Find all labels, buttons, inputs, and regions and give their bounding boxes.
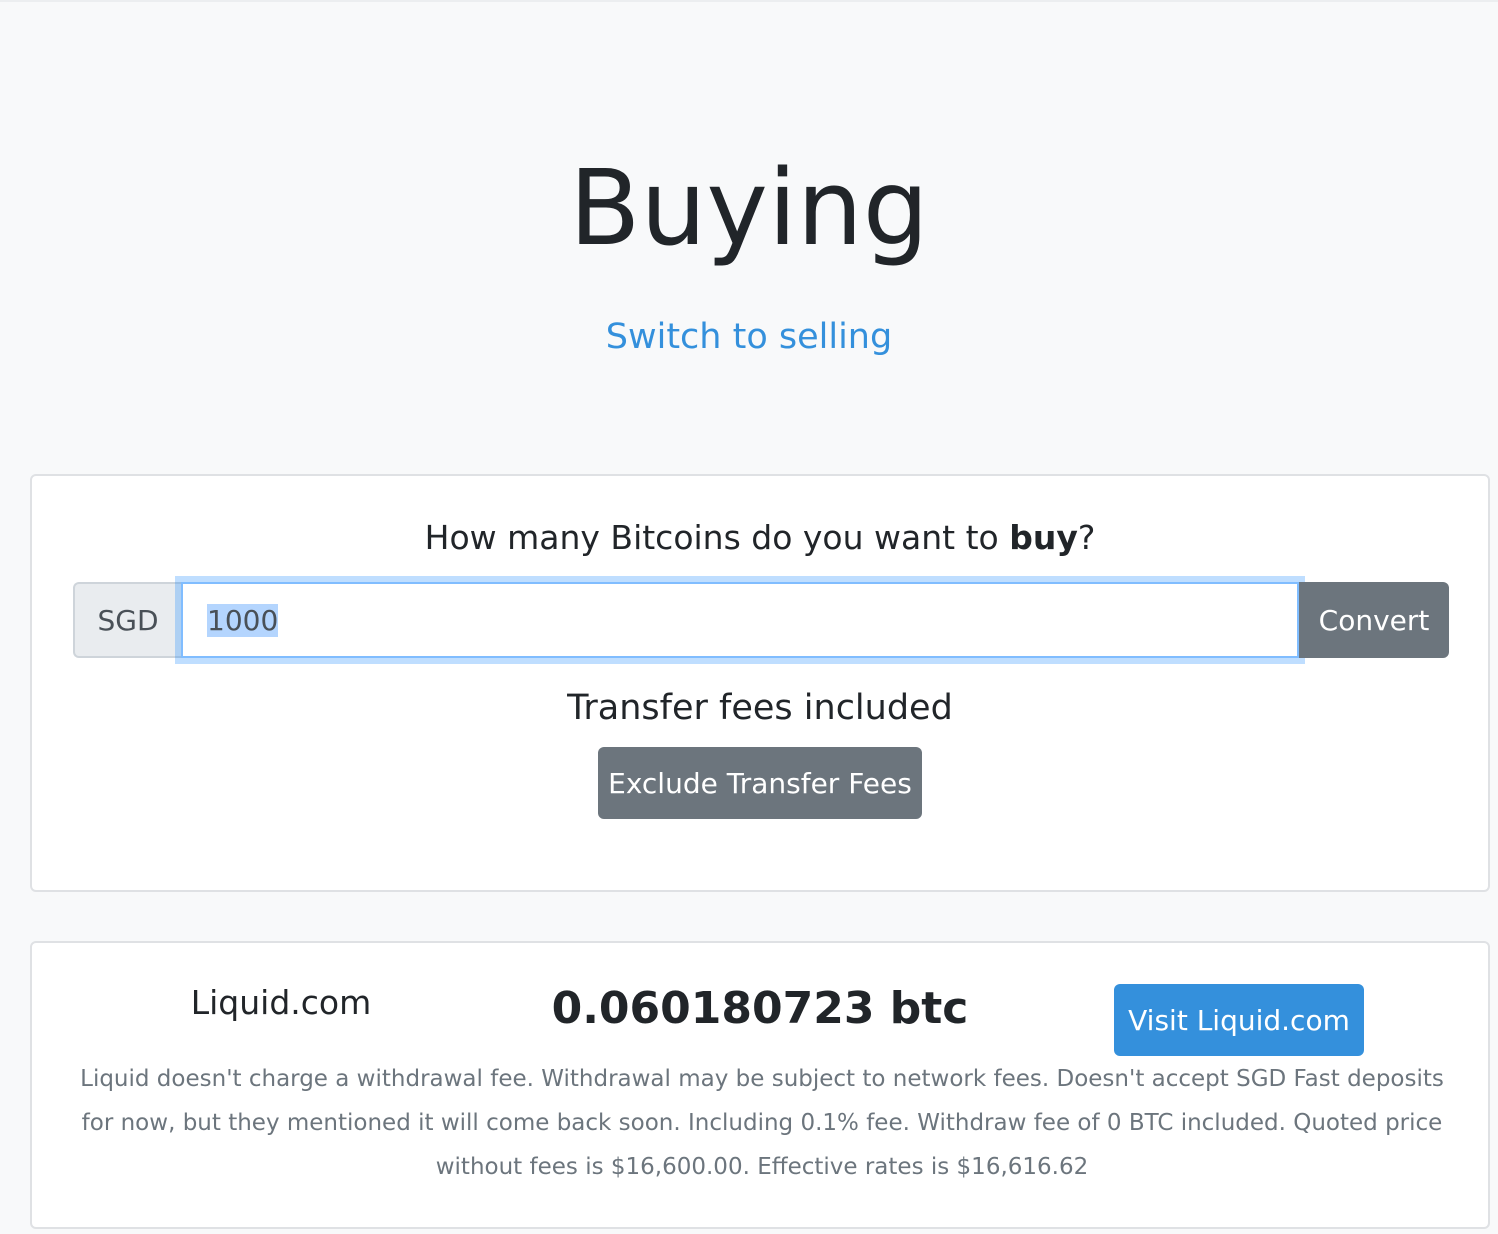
exchange-name: Liquid.com [190,983,372,1022]
question-action: buy [1009,518,1078,557]
exchange-note: Liquid doesn't charge a withdrawal fee. … [80,1066,1444,1180]
result-card: Liquid.com 0.060180723 btc Visit Liquid.… [30,941,1490,1229]
amount-input[interactable]: 1000 [181,582,1299,658]
btc-amount: 0.060180723 btc [551,983,969,1034]
exclude-transfer-fees-button[interactable]: Exclude Transfer Fees [598,747,922,819]
convert-button[interactable]: Convert [1299,582,1449,658]
visit-exchange-button[interactable]: Visit Liquid.com [1114,984,1364,1056]
currency-prefix: SGD [73,582,181,658]
question-mark: ? [1077,518,1096,557]
top-divider [0,0,1498,2]
question-text: How many Bitcoins do you want to [424,518,1010,557]
fees-status-text: Transfer fees included [567,688,953,728]
page-title: Buying [569,147,929,269]
hero-section: Buying Switch to selling [0,140,1498,359]
switch-to-selling-link[interactable]: Switch to selling [606,315,892,359]
amount-input-value: 1000 [207,603,279,637]
amount-input-group: SGD 1000 Convert [73,582,1449,658]
converter-card: How many Bitcoins do you want to buy? SG… [30,474,1490,892]
converter-question: How many Bitcoins do you want to buy? [32,516,1488,560]
